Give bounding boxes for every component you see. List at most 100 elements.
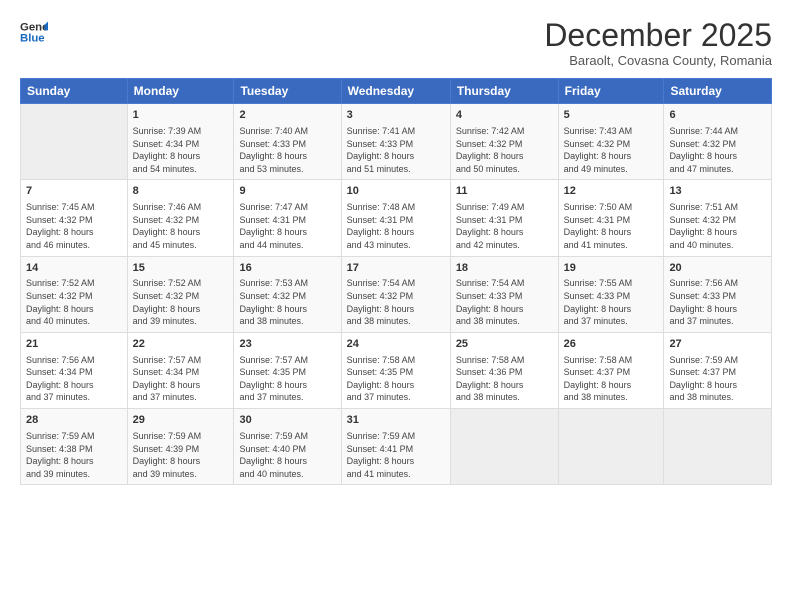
day-number: 5 bbox=[564, 108, 659, 123]
calendar-cell: 8 Sunrise: 7:46 AM Sunset: 4:32 PM Daylig… bbox=[127, 180, 234, 256]
day-detail: Sunrise: 7:39 AM Sunset: 4:34 PM Dayligh… bbox=[133, 125, 229, 175]
day-detail: Sunrise: 7:45 AM Sunset: 4:32 PM Dayligh… bbox=[26, 201, 122, 251]
day-number: 30 bbox=[239, 413, 335, 428]
calendar-cell: 31 Sunrise: 7:59 AM Sunset: 4:41 PM Dayli… bbox=[341, 409, 450, 485]
calendar-cell: 21Sunrise: 7:56 AM Sunset: 4:34 PM Dayli… bbox=[21, 332, 128, 408]
day-number: 27 bbox=[669, 337, 766, 352]
day-number: 11 bbox=[456, 184, 553, 199]
day-detail: Sunrise: 7:48 AM Sunset: 4:31 PM Dayligh… bbox=[347, 201, 445, 251]
day-detail: Sunrise: 7:51 AM Sunset: 4:32 PM Dayligh… bbox=[669, 201, 766, 251]
subtitle: Baraolt, Covasna County, Romania bbox=[544, 53, 772, 68]
calendar-cell: 25 Sunrise: 7:58 AM Sunset: 4:36 PM Dayli… bbox=[450, 332, 558, 408]
calendar-week-row: 28 Sunrise: 7:59 AM Sunset: 4:38 PM Dayli… bbox=[21, 409, 772, 485]
day-number: 31 bbox=[347, 413, 445, 428]
calendar-cell: 22Sunrise: 7:57 AM Sunset: 4:34 PM Dayli… bbox=[127, 332, 234, 408]
page: General Blue December 2025 Baraolt, Cova… bbox=[0, 0, 792, 612]
calendar-cell: 9Sunrise: 7:47 AM Sunset: 4:31 PM Daylig… bbox=[234, 180, 341, 256]
svg-text:General: General bbox=[20, 21, 48, 33]
day-number: 8 bbox=[133, 184, 229, 199]
day-detail: Sunrise: 7:56 AM Sunset: 4:34 PM Dayligh… bbox=[26, 354, 122, 404]
calendar-cell: 2 Sunrise: 7:40 AM Sunset: 4:33 PM Daylig… bbox=[234, 104, 341, 180]
day-detail: Sunrise: 7:57 AM Sunset: 4:35 PM Dayligh… bbox=[239, 354, 335, 404]
col-thursday: Thursday bbox=[450, 79, 558, 104]
day-number: 29 bbox=[133, 413, 229, 428]
calendar-week-row: 1 Sunrise: 7:39 AM Sunset: 4:34 PM Daylig… bbox=[21, 104, 772, 180]
header: General Blue December 2025 Baraolt, Cova… bbox=[20, 18, 772, 68]
day-number: 26 bbox=[564, 337, 659, 352]
day-number: 19 bbox=[564, 261, 659, 276]
day-detail: Sunrise: 7:54 AM Sunset: 4:32 PM Dayligh… bbox=[347, 277, 445, 327]
calendar-cell: 15Sunrise: 7:52 AM Sunset: 4:32 PM Dayli… bbox=[127, 256, 234, 332]
day-number: 17 bbox=[347, 261, 445, 276]
calendar-cell: 18Sunrise: 7:54 AM Sunset: 4:33 PM Dayli… bbox=[450, 256, 558, 332]
day-number: 18 bbox=[456, 261, 553, 276]
calendar-cell: 1 Sunrise: 7:39 AM Sunset: 4:34 PM Daylig… bbox=[127, 104, 234, 180]
day-detail: Sunrise: 7:58 AM Sunset: 4:35 PM Dayligh… bbox=[347, 354, 445, 404]
calendar-cell: 5Sunrise: 7:43 AM Sunset: 4:32 PM Daylig… bbox=[558, 104, 664, 180]
logo: General Blue bbox=[20, 18, 48, 46]
day-number: 4 bbox=[456, 108, 553, 123]
calendar-cell: 17Sunrise: 7:54 AM Sunset: 4:32 PM Dayli… bbox=[341, 256, 450, 332]
col-saturday: Saturday bbox=[664, 79, 772, 104]
day-number: 9 bbox=[239, 184, 335, 199]
calendar-header-row: Sunday Monday Tuesday Wednesday Thursday… bbox=[21, 79, 772, 104]
calendar-cell: 6 Sunrise: 7:44 AM Sunset: 4:32 PM Daylig… bbox=[664, 104, 772, 180]
day-number: 10 bbox=[347, 184, 445, 199]
calendar-cell: 23 Sunrise: 7:57 AM Sunset: 4:35 PM Dayli… bbox=[234, 332, 341, 408]
calendar-cell: 26 Sunrise: 7:58 AM Sunset: 4:37 PM Dayli… bbox=[558, 332, 664, 408]
day-detail: Sunrise: 7:52 AM Sunset: 4:32 PM Dayligh… bbox=[26, 277, 122, 327]
day-detail: Sunrise: 7:41 AM Sunset: 4:33 PM Dayligh… bbox=[347, 125, 445, 175]
calendar-cell: 12Sunrise: 7:50 AM Sunset: 4:31 PM Dayli… bbox=[558, 180, 664, 256]
calendar-table: Sunday Monday Tuesday Wednesday Thursday… bbox=[20, 78, 772, 485]
calendar-cell: 24 Sunrise: 7:58 AM Sunset: 4:35 PM Dayli… bbox=[341, 332, 450, 408]
day-detail: Sunrise: 7:55 AM Sunset: 4:33 PM Dayligh… bbox=[564, 277, 659, 327]
day-detail: Sunrise: 7:52 AM Sunset: 4:32 PM Dayligh… bbox=[133, 277, 229, 327]
day-detail: Sunrise: 7:59 AM Sunset: 4:41 PM Dayligh… bbox=[347, 430, 445, 480]
calendar-cell: 30 Sunrise: 7:59 AM Sunset: 4:40 PM Dayli… bbox=[234, 409, 341, 485]
day-number: 20 bbox=[669, 261, 766, 276]
day-detail: Sunrise: 7:59 AM Sunset: 4:38 PM Dayligh… bbox=[26, 430, 122, 480]
day-detail: Sunrise: 7:46 AM Sunset: 4:32 PM Dayligh… bbox=[133, 201, 229, 251]
calendar-cell: 28 Sunrise: 7:59 AM Sunset: 4:38 PM Dayli… bbox=[21, 409, 128, 485]
day-number: 23 bbox=[239, 337, 335, 352]
day-detail: Sunrise: 7:49 AM Sunset: 4:31 PM Dayligh… bbox=[456, 201, 553, 251]
day-number: 6 bbox=[669, 108, 766, 123]
calendar-cell: 16Sunrise: 7:53 AM Sunset: 4:32 PM Dayli… bbox=[234, 256, 341, 332]
title-block: December 2025 Baraolt, Covasna County, R… bbox=[544, 18, 772, 68]
logo-icon: General Blue bbox=[20, 18, 48, 46]
day-number: 3 bbox=[347, 108, 445, 123]
day-detail: Sunrise: 7:59 AM Sunset: 4:40 PM Dayligh… bbox=[239, 430, 335, 480]
calendar-cell: 10 Sunrise: 7:48 AM Sunset: 4:31 PM Dayli… bbox=[341, 180, 450, 256]
day-number: 15 bbox=[133, 261, 229, 276]
calendar-cell bbox=[21, 104, 128, 180]
day-detail: Sunrise: 7:44 AM Sunset: 4:32 PM Dayligh… bbox=[669, 125, 766, 175]
calendar-cell: 20Sunrise: 7:56 AM Sunset: 4:33 PM Dayli… bbox=[664, 256, 772, 332]
day-number: 25 bbox=[456, 337, 553, 352]
calendar-cell: 3 Sunrise: 7:41 AM Sunset: 4:33 PM Daylig… bbox=[341, 104, 450, 180]
calendar-cell: 7Sunrise: 7:45 AM Sunset: 4:32 PM Daylig… bbox=[21, 180, 128, 256]
calendar-cell: 11 Sunrise: 7:49 AM Sunset: 4:31 PM Dayli… bbox=[450, 180, 558, 256]
calendar-cell: 19Sunrise: 7:55 AM Sunset: 4:33 PM Dayli… bbox=[558, 256, 664, 332]
day-number: 28 bbox=[26, 413, 122, 428]
day-number: 14 bbox=[26, 261, 122, 276]
calendar-cell: 14Sunrise: 7:52 AM Sunset: 4:32 PM Dayli… bbox=[21, 256, 128, 332]
day-detail: Sunrise: 7:54 AM Sunset: 4:33 PM Dayligh… bbox=[456, 277, 553, 327]
day-detail: Sunrise: 7:50 AM Sunset: 4:31 PM Dayligh… bbox=[564, 201, 659, 251]
day-number: 24 bbox=[347, 337, 445, 352]
day-number: 2 bbox=[239, 108, 335, 123]
calendar-cell bbox=[664, 409, 772, 485]
day-number: 1 bbox=[133, 108, 229, 123]
day-detail: Sunrise: 7:40 AM Sunset: 4:33 PM Dayligh… bbox=[239, 125, 335, 175]
calendar-cell: 27Sunrise: 7:59 AM Sunset: 4:37 PM Dayli… bbox=[664, 332, 772, 408]
calendar-cell: 4Sunrise: 7:42 AM Sunset: 4:32 PM Daylig… bbox=[450, 104, 558, 180]
day-detail: Sunrise: 7:58 AM Sunset: 4:37 PM Dayligh… bbox=[564, 354, 659, 404]
col-wednesday: Wednesday bbox=[341, 79, 450, 104]
col-tuesday: Tuesday bbox=[234, 79, 341, 104]
day-detail: Sunrise: 7:57 AM Sunset: 4:34 PM Dayligh… bbox=[133, 354, 229, 404]
day-detail: Sunrise: 7:56 AM Sunset: 4:33 PM Dayligh… bbox=[669, 277, 766, 327]
day-detail: Sunrise: 7:59 AM Sunset: 4:39 PM Dayligh… bbox=[133, 430, 229, 480]
main-title: December 2025 bbox=[544, 18, 772, 53]
day-detail: Sunrise: 7:58 AM Sunset: 4:36 PM Dayligh… bbox=[456, 354, 553, 404]
calendar-cell: 29 Sunrise: 7:59 AM Sunset: 4:39 PM Dayli… bbox=[127, 409, 234, 485]
calendar-week-row: 21Sunrise: 7:56 AM Sunset: 4:34 PM Dayli… bbox=[21, 332, 772, 408]
